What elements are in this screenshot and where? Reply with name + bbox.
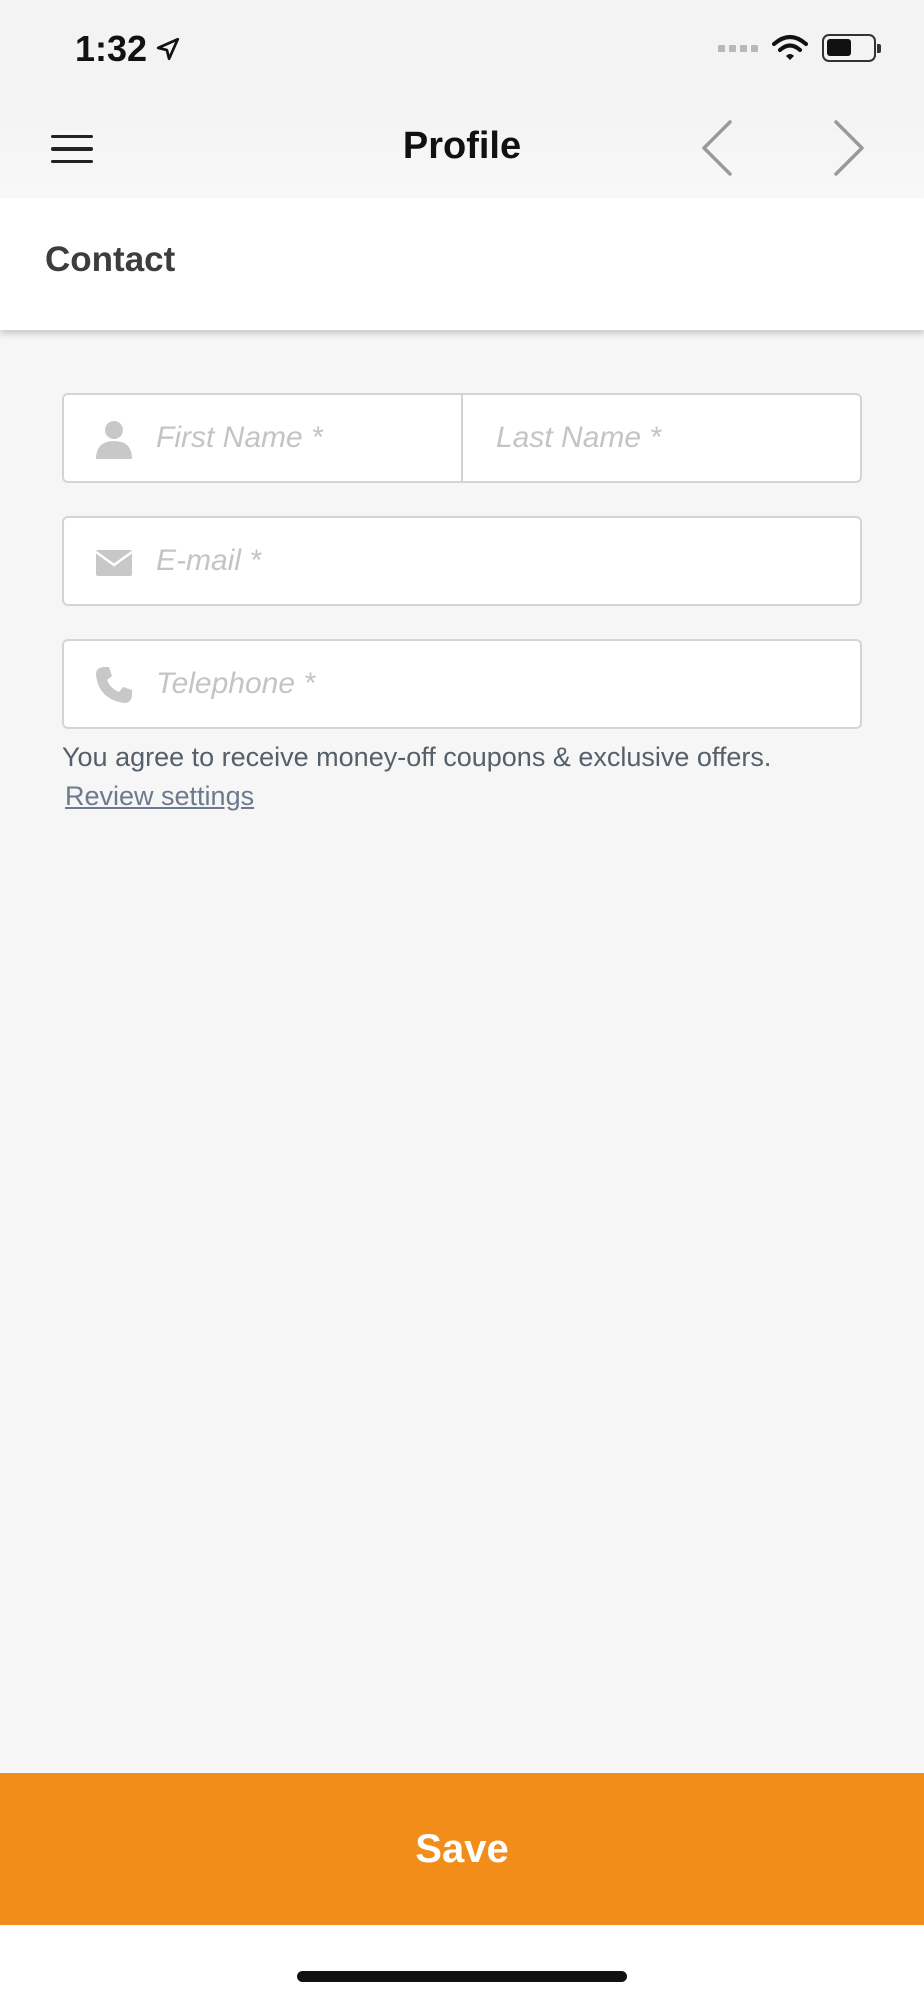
name-divider — [461, 395, 463, 481]
status-bar: 1:32 — [0, 0, 924, 100]
phone-icon — [96, 667, 132, 703]
chevron-right-icon[interactable] — [820, 116, 876, 180]
chevron-left-icon[interactable] — [690, 116, 746, 180]
bottom-safe-area — [0, 1925, 924, 2000]
review-settings-link[interactable]: Review settings — [65, 781, 254, 812]
cellular-signal-icon — [718, 44, 758, 52]
wifi-icon — [772, 35, 808, 60]
envelope-icon — [95, 550, 133, 576]
name-field-group — [62, 393, 862, 483]
home-indicator — [297, 1971, 627, 1982]
telephone-input[interactable] — [156, 641, 836, 727]
section-header: Contact — [0, 198, 924, 330]
page-title: Profile — [402, 125, 522, 167]
location-arrow-icon — [156, 37, 180, 61]
save-button[interactable]: Save — [0, 1773, 924, 1925]
nav-bar: Profile — [0, 100, 924, 198]
email-field-group — [62, 516, 862, 606]
status-time: 1:32 — [75, 28, 181, 70]
section-title: Contact — [45, 240, 176, 279]
email-input[interactable] — [156, 518, 836, 604]
status-indicators — [718, 34, 881, 62]
first-name-input[interactable] — [156, 395, 446, 481]
last-name-input[interactable] — [496, 395, 836, 481]
person-icon — [96, 421, 132, 459]
telephone-field-group — [62, 639, 862, 729]
consent-text: You agree to receive money-off coupons &… — [62, 742, 772, 772]
status-time-text: 1:32 — [75, 28, 148, 69]
battery-icon — [822, 34, 881, 62]
